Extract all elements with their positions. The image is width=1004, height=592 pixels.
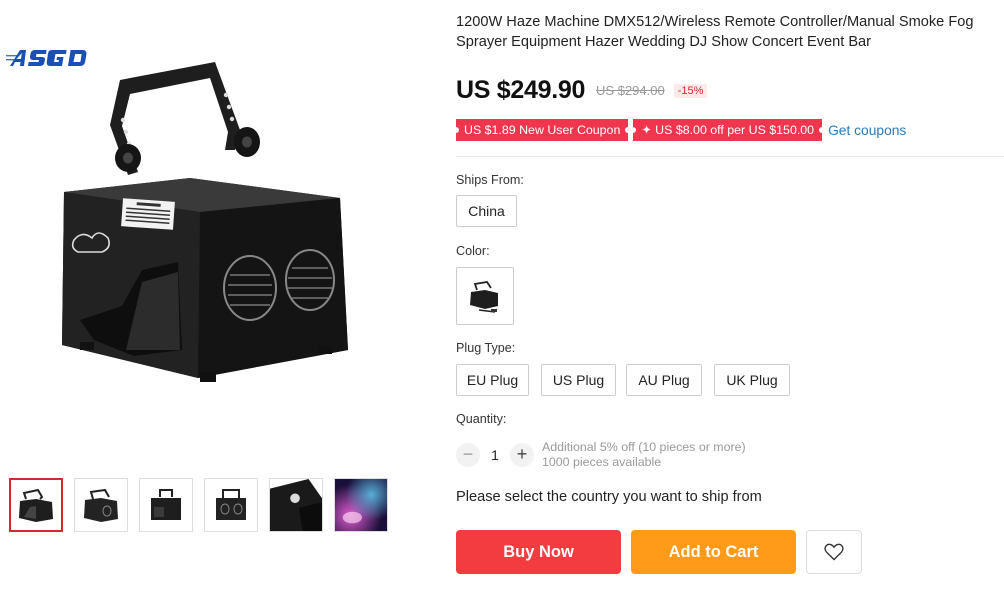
product-title: 1200W Haze Machine DMX512/Wireless Remot…	[456, 14, 974, 50]
haze-machine-thumb-icon	[84, 488, 118, 522]
haze-machine-thumb-icon	[216, 489, 246, 520]
haze-machine-image	[62, 62, 348, 382]
store-coupon-label: US $8.00 off per US $150.00	[655, 123, 815, 137]
thumbnail-2[interactable]	[74, 478, 128, 532]
quantity-value[interactable]: 1	[480, 447, 510, 463]
wishlist-button[interactable]	[806, 530, 862, 574]
product-gallery	[0, 0, 420, 592]
plug-option-us[interactable]: US Plug	[541, 364, 616, 396]
availability-note: 1000 pieces available	[542, 455, 662, 469]
add-to-cart-button[interactable]: Add to Cart	[631, 530, 796, 574]
haze-machine-top-thumb-icon	[270, 479, 322, 531]
thumbnail-6[interactable]	[334, 478, 388, 532]
coupon-row: US $1.89 New User Coupon ✦ US $8.00 off …	[452, 119, 906, 141]
color-swatch[interactable]	[456, 267, 514, 325]
haze-machine-thumb-icon	[19, 488, 53, 522]
store-coupon[interactable]: ✦ US $8.00 off per US $150.00	[630, 119, 825, 141]
haze-machine-swatch-icon	[470, 281, 498, 313]
quantity-label: Quantity:	[456, 412, 507, 426]
original-price: US $294.00	[596, 83, 665, 98]
color-label: Color:	[456, 244, 490, 258]
divider	[456, 156, 1004, 157]
ships-from-label: Ships From:	[456, 173, 524, 187]
thumbnail-1[interactable]	[9, 478, 63, 532]
quantity-decrease-button[interactable]: −	[456, 443, 480, 467]
plug-option-eu[interactable]: EU Plug	[456, 364, 529, 396]
price-row: US $249.90 US $294.00 -15%	[456, 76, 708, 105]
thumbnail-5[interactable]	[269, 478, 323, 532]
get-coupons-link[interactable]: Get coupons	[828, 123, 906, 138]
stage-fog-thumb-icon	[335, 479, 387, 531]
ships-from-option-china[interactable]: China	[456, 195, 517, 227]
haze-machine-thumb-icon	[151, 489, 181, 520]
bulk-discount-note: Additional 5% off (10 pieces or more)	[542, 440, 746, 454]
discount-badge: -15%	[673, 83, 708, 98]
thumbnail-4[interactable]	[204, 478, 258, 532]
buy-now-button[interactable]: Buy Now	[456, 530, 621, 574]
quantity-increase-button[interactable]: +	[510, 443, 534, 467]
plug-option-uk[interactable]: UK Plug	[714, 364, 790, 396]
heart-icon	[824, 543, 844, 561]
plug-type-label: Plug Type:	[456, 341, 516, 355]
shipping-message: Please select the country you want to sh…	[456, 489, 762, 505]
quantity-note: Additional 5% off (10 pieces or more) 10…	[542, 440, 746, 470]
thumbnail-3[interactable]	[139, 478, 193, 532]
current-price: US $249.90	[456, 76, 586, 104]
quantity-stepper: − 1 + Additional 5% off (10 pieces or mo…	[456, 440, 746, 470]
new-user-coupon[interactable]: US $1.89 New User Coupon	[452, 119, 632, 141]
thumbnail-strip	[9, 478, 388, 532]
plug-option-au[interactable]: AU Plug	[626, 364, 702, 396]
